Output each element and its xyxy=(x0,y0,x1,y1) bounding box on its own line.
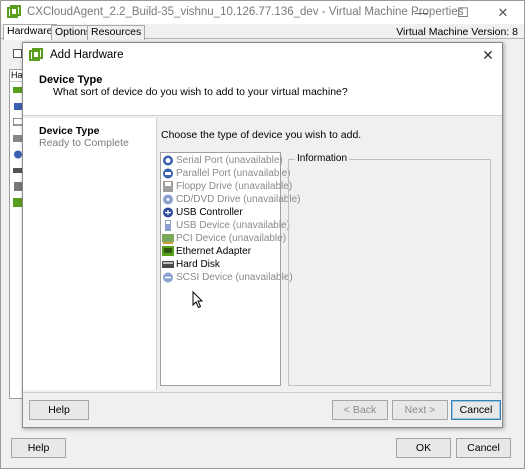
device-label: Ethernet Adapter xyxy=(176,245,252,257)
outer-help-button[interactable]: Help xyxy=(11,438,66,458)
wizard-steps: Device Type Ready to Complete xyxy=(23,118,157,390)
device-item-serial-port[interactable]: Serial Port (unavailable) xyxy=(162,154,283,166)
dialog-footer: Help < Back Next > Cancel xyxy=(23,392,502,427)
ok-button[interactable]: OK xyxy=(396,438,451,458)
vm-app-icon xyxy=(7,5,21,18)
header-subtitle: What sort of device do you wish to add t… xyxy=(53,86,348,98)
tab-hardware[interactable]: Hardware xyxy=(3,24,57,40)
device-instruction: Choose the type of device you wish to ad… xyxy=(161,129,362,141)
information-title: Information xyxy=(295,153,350,164)
step-ready-to-complete: Ready to Complete xyxy=(39,137,129,149)
add-hardware-dialog: Add Hardware ✕ Device Type What sort of … xyxy=(22,42,503,428)
device-label: CD/DVD Drive (unavailable) xyxy=(176,193,301,205)
device-item-floppy-drive[interactable]: Floppy Drive (unavailable) xyxy=(162,180,292,192)
device-label: USB Device (unavailable) xyxy=(176,219,290,231)
ethernet-adapter-icon xyxy=(162,245,174,256)
scsi-device-icon xyxy=(163,272,173,282)
device-label: Floppy Drive (unavailable) xyxy=(176,180,293,192)
tab-resources[interactable]: Resources xyxy=(87,25,146,40)
dialog-header: Device Type What sort of device do you w… xyxy=(23,67,502,116)
outer-close-button[interactable]: ✕ xyxy=(483,1,523,24)
outer-window-title: CXCloudAgent_2.2_Build-35_vishnu_10.126.… xyxy=(27,6,464,18)
cd-dvd-drive-icon xyxy=(163,194,173,204)
vm-version-label: Virtual Machine Version: 8 xyxy=(396,26,518,38)
device-item-pci-device[interactable]: PCI Device (unavailable) xyxy=(162,232,286,244)
dialog-help-button[interactable]: Help xyxy=(29,400,89,420)
device-type-list[interactable]: Serial Port (unavailable) Parallel Port … xyxy=(160,152,300,386)
parallel-port-icon xyxy=(163,168,173,178)
device-item-hard-disk[interactable]: Hard Disk xyxy=(162,258,220,270)
device-item-scsi-device[interactable]: SCSI Device (unavailable) xyxy=(162,271,293,283)
device-item-parallel-port[interactable]: Parallel Port (unavailable) xyxy=(162,167,291,179)
outer-tab-bar: Hardware Options Resources Virtual Machi… xyxy=(1,24,524,40)
information-panel: Information xyxy=(288,153,491,386)
step-device-type: Device Type xyxy=(39,125,100,137)
header-title: Device Type xyxy=(39,74,103,86)
device-label: Hard Disk xyxy=(176,258,220,270)
mouse-pointer-icon xyxy=(192,291,204,309)
dialog-close-button[interactable]: ✕ xyxy=(478,45,498,65)
serial-port-icon xyxy=(163,155,173,165)
device-item-usb-device[interactable]: USB Device (unavailable) xyxy=(162,219,290,231)
usb-controller-icon xyxy=(163,207,173,217)
next-button[interactable]: Next > xyxy=(392,400,448,420)
device-label: PCI Device (unavailable) xyxy=(176,232,287,244)
background-checkbox[interactable] xyxy=(13,49,22,58)
device-item-ethernet-adapter[interactable]: Ethernet Adapter xyxy=(162,245,251,257)
usb-device-icon xyxy=(165,219,171,231)
dialog-title: Add Hardware xyxy=(50,49,124,61)
device-item-cd-dvd-drive[interactable]: CD/DVD Drive (unavailable) xyxy=(162,193,300,205)
device-label: SCSI Device (unavailable) xyxy=(176,271,293,283)
pci-device-icon xyxy=(162,233,174,244)
outer-titlebar[interactable]: CXCloudAgent_2.2_Build-35_vishnu_10.126.… xyxy=(1,1,524,24)
outer-cancel-button[interactable]: Cancel xyxy=(456,438,511,458)
device-item-usb-controller[interactable]: USB Controller xyxy=(162,206,243,218)
back-button[interactable]: < Back xyxy=(332,400,388,420)
hard-disk-icon xyxy=(162,260,174,268)
dialog-cancel-button[interactable]: Cancel xyxy=(451,400,501,420)
vm-app-icon xyxy=(29,48,43,61)
floppy-drive-icon xyxy=(163,180,173,192)
device-label: Parallel Port (unavailable) xyxy=(176,167,291,179)
dialog-titlebar[interactable]: Add Hardware ✕ xyxy=(23,43,502,67)
maximize-button[interactable]: ☐ xyxy=(443,1,483,24)
minimize-button[interactable]: — xyxy=(401,1,441,24)
device-label: Serial Port (unavailable) xyxy=(176,154,283,166)
device-label: USB Controller xyxy=(176,206,243,218)
